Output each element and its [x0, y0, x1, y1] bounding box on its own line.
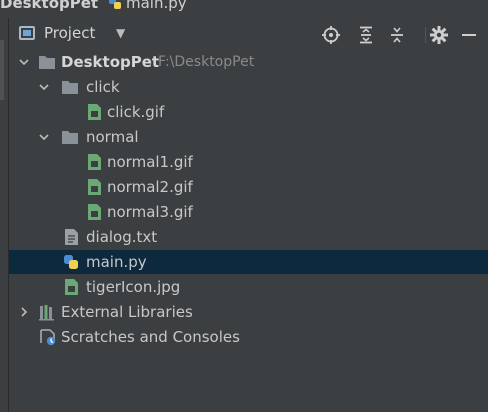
image-file-icon [65, 279, 78, 295]
tree-item-normal1-gif[interactable]: normal1.gif [9, 150, 488, 174]
tree-item-label: click.gif [107, 103, 165, 121]
image-file-icon [88, 179, 101, 195]
folder-icon [62, 131, 78, 144]
project-panel-header: Project ▼ [9, 18, 488, 52]
python-file-icon [109, 0, 121, 9]
left-tool-strip [0, 18, 9, 412]
tree-item-label: click [86, 78, 120, 96]
tree-item-label: main.py [86, 253, 147, 271]
tree-item-external-libraries[interactable]: External Libraries [9, 300, 488, 324]
chevron-down-icon[interactable] [38, 81, 50, 93]
tree-item-click-folder[interactable]: click [9, 75, 488, 99]
tree-item-label: dialog.txt [86, 228, 158, 246]
image-file-icon [88, 104, 101, 120]
expand-all-icon[interactable] [357, 26, 375, 44]
tree-item-label: normal3.gif [107, 203, 193, 221]
project-panel: Project ▼ DesktopPet F:\DesktopPet click… [9, 18, 488, 412]
breadcrumb-project[interactable]: DesktopPet [0, 0, 98, 12]
tree-item-root[interactable]: DesktopPet F:\DesktopPet [9, 50, 488, 74]
library-icon [39, 305, 54, 321]
folder-icon [62, 81, 78, 94]
project-path: F:\DesktopPet [158, 54, 255, 70]
python-file-icon [64, 255, 78, 269]
folder-icon [39, 56, 55, 69]
tree-item-scratches-consoles[interactable]: Scratches and Consoles [9, 325, 488, 349]
project-window-icon [19, 26, 35, 40]
editor-tab-main-py[interactable]: main.py [126, 0, 187, 12]
collapse-all-icon[interactable] [388, 26, 406, 44]
tree-item-label: External Libraries [61, 303, 193, 321]
text-file-icon [65, 229, 78, 245]
tree-item-dialog-txt[interactable]: dialog.txt [9, 225, 488, 249]
image-file-icon [88, 204, 101, 220]
chevron-down-icon: ▼ [116, 26, 126, 40]
panel-title: Project [44, 24, 96, 42]
tree-item-label: tigerIcon.jpg [86, 278, 181, 296]
tree-item-click-gif[interactable]: click.gif [9, 100, 488, 124]
scratches-icon [40, 329, 56, 346]
tree-item-label: normal1.gif [107, 153, 193, 171]
editor-tab-bar: DesktopPet main.py [0, 0, 488, 18]
tree-item-label: normal [86, 128, 139, 146]
tree-item-normal3-gif[interactable]: normal3.gif [9, 200, 488, 224]
tree-item-label: Scratches and Consoles [61, 328, 240, 346]
tree-item-main-py[interactable]: main.py [9, 250, 488, 274]
project-tool-tab[interactable] [0, 40, 4, 100]
tree-item-label: normal2.gif [107, 178, 193, 196]
chevron-right-icon[interactable] [18, 306, 30, 318]
minimize-icon[interactable] [460, 26, 478, 44]
toolbar-divider [425, 27, 426, 43]
locate-icon[interactable] [322, 26, 340, 44]
chevron-down-icon[interactable] [38, 131, 50, 143]
gear-icon[interactable] [430, 26, 448, 44]
tree-item-normal-folder[interactable]: normal [9, 125, 488, 149]
tree-item-tigericon-jpg[interactable]: tigerIcon.jpg [9, 275, 488, 299]
tree-item-normal2-gif[interactable]: normal2.gif [9, 175, 488, 199]
chevron-down-icon[interactable] [18, 56, 30, 68]
tree-item-label: DesktopPet [61, 53, 160, 71]
image-file-icon [88, 154, 101, 170]
